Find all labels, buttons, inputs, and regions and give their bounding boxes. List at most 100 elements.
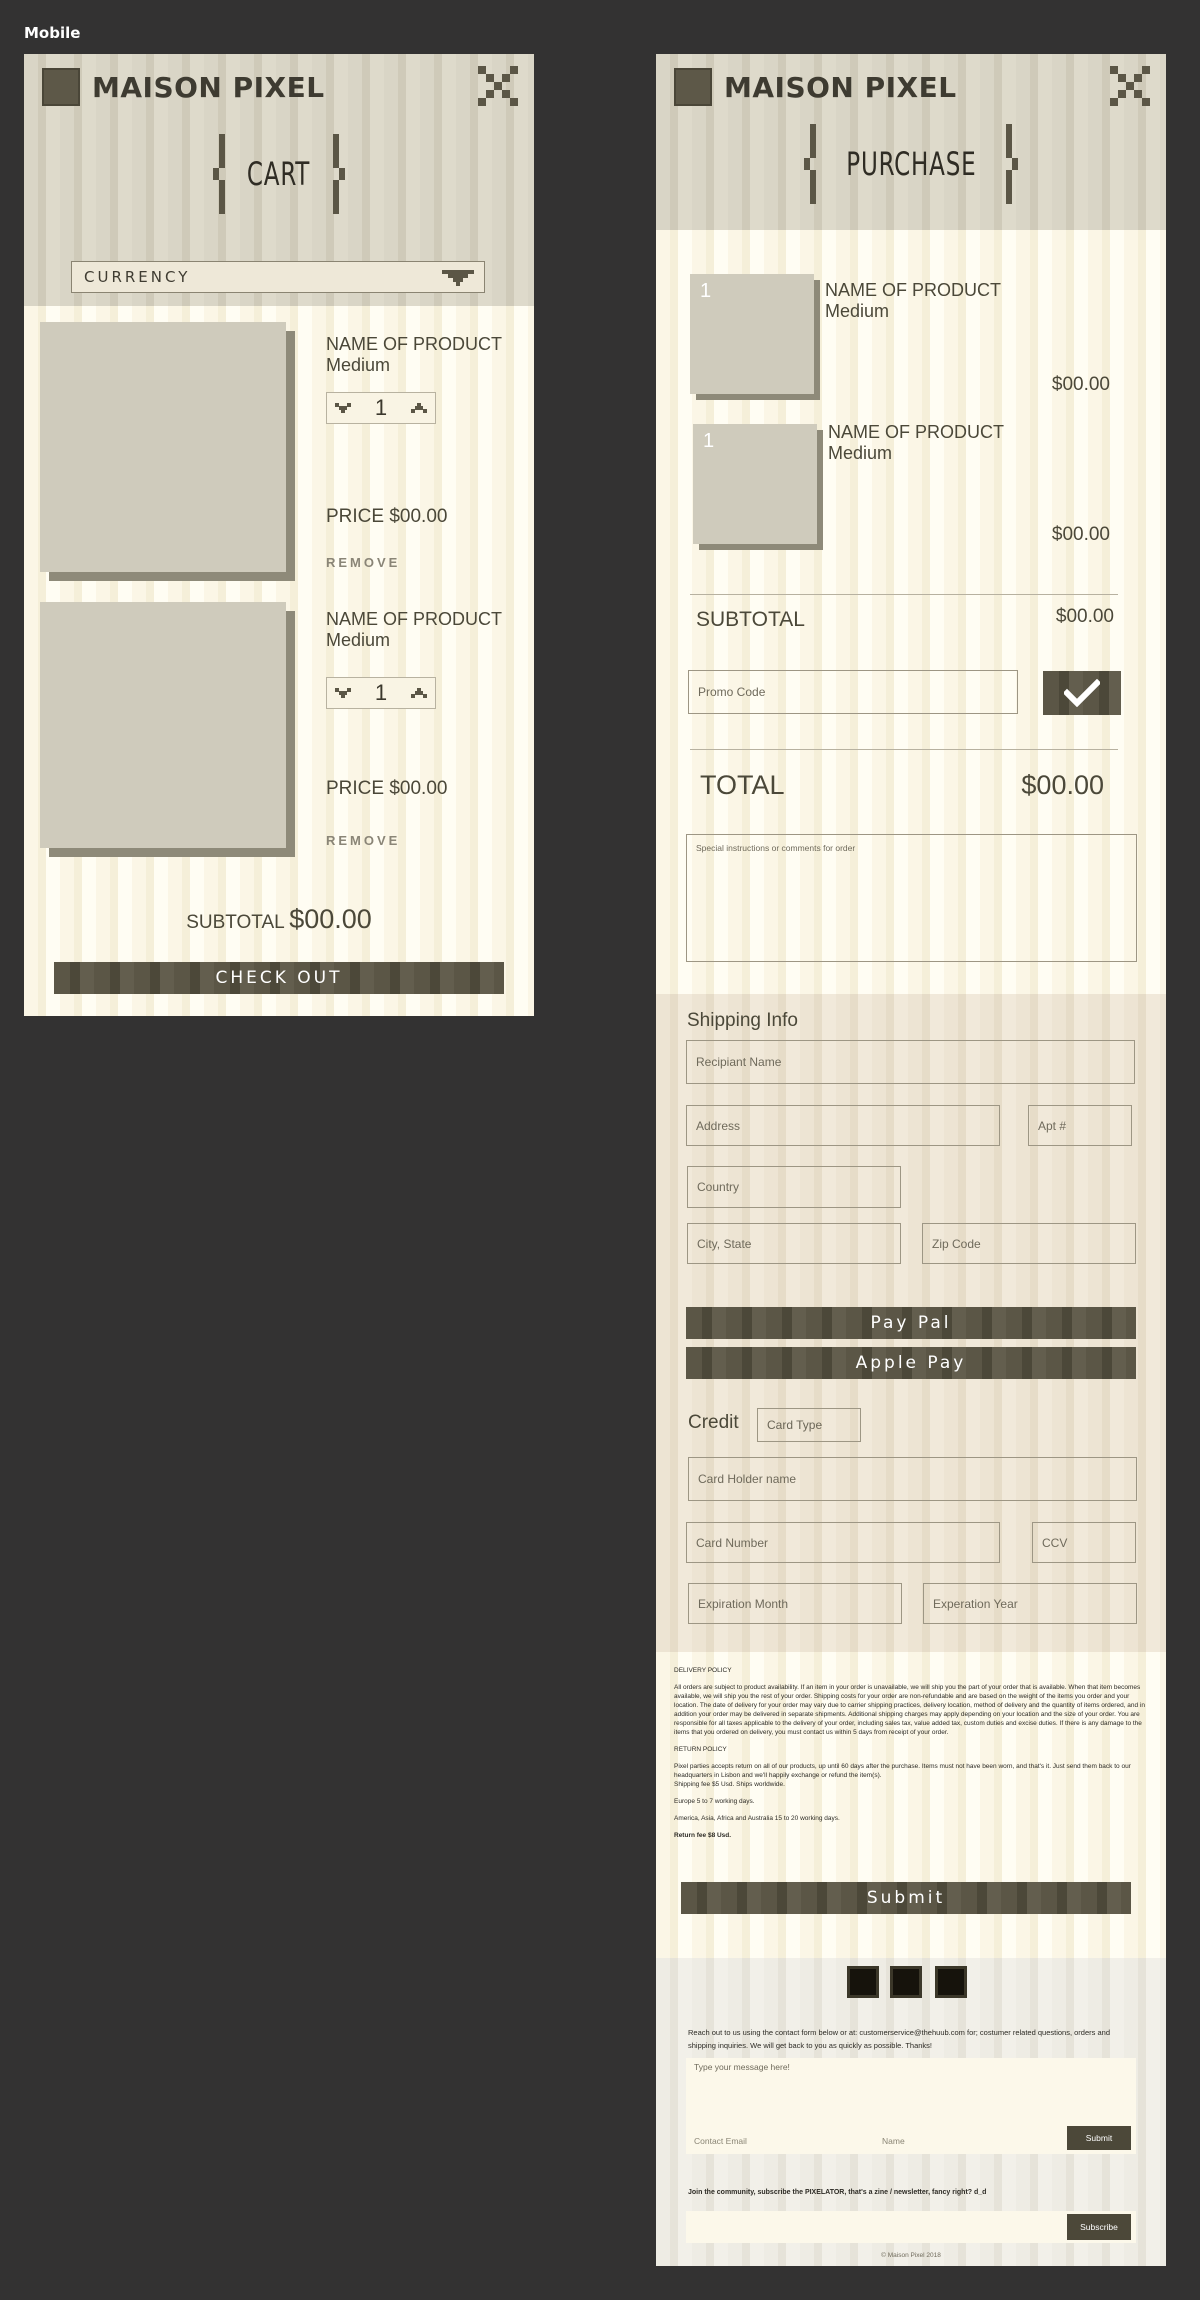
newsletter-form: Subscribe	[686, 2211, 1136, 2243]
card-number-input[interactable]	[686, 1522, 1000, 1563]
quantity-stepper[interactable]: 1	[326, 677, 436, 709]
delivery-policy-heading: DELIVERY POLICY	[674, 1667, 732, 1674]
shipping-heading: Shipping Info	[687, 1010, 798, 1031]
quantity-value: 1	[374, 680, 388, 705]
product-size: Medium	[825, 301, 890, 321]
recipient-name-input[interactable]	[686, 1040, 1135, 1084]
product-image[interactable]	[40, 602, 286, 848]
checkout-button[interactable]: CHECK OUT	[54, 962, 504, 994]
chevron-down-icon[interactable]	[335, 403, 351, 413]
exp-month-field[interactable]	[698, 1596, 892, 1611]
quantity-stepper[interactable]: 1	[326, 392, 436, 424]
promo-code-input[interactable]	[688, 670, 1018, 714]
remove-button[interactable]: REMOVE	[326, 555, 400, 570]
chevron-down-icon[interactable]	[335, 688, 351, 698]
product-price: $00.00	[1051, 524, 1110, 545]
product-name[interactable]: NAME OF PRODUCT	[326, 334, 502, 355]
country-input[interactable]	[687, 1166, 901, 1208]
brand[interactable]: MAISON PIXEL	[674, 68, 957, 106]
country-field[interactable]	[697, 1180, 891, 1194]
recipient-field[interactable]	[696, 1055, 1125, 1069]
exp-month-input[interactable]	[688, 1583, 902, 1624]
shipping-section: Shipping Info Pay Pal Apple Pay Credit C…	[656, 994, 1166, 1652]
subtotal-value: $00.00	[289, 904, 372, 934]
apt-input[interactable]	[1028, 1105, 1132, 1146]
card-number-field[interactable]	[696, 1535, 990, 1550]
zip-input[interactable]	[922, 1223, 1136, 1264]
total-value: $00.00	[1021, 770, 1104, 800]
product-image[interactable]	[40, 322, 286, 572]
contact-email-input[interactable]: Contact Email	[694, 2136, 747, 2146]
order-summary: 1 NAME OF PRODUCT Medium $00.00 1 NAME O…	[656, 230, 1166, 994]
europe-text: Europe 5 to 7 working days.	[674, 1798, 755, 1805]
item-qty-badge: 1	[703, 430, 715, 452]
total-label: TOTAL	[700, 770, 785, 800]
apply-promo-button[interactable]	[1043, 671, 1121, 715]
name-input[interactable]: Name	[882, 2136, 905, 2146]
contact-submit-button[interactable]: Submit	[1067, 2126, 1131, 2150]
delivery-policy-text: All orders are subject to product availa…	[674, 1684, 1146, 1736]
city-state-field[interactable]	[697, 1236, 891, 1251]
paypal-button[interactable]: Pay Pal	[686, 1307, 1136, 1339]
copyright: © Maison Pixel 2018	[881, 2252, 941, 2259]
product-price: PRICE $00.00	[326, 506, 448, 527]
return-fee-text: Return fee $8 Usd.	[674, 1832, 732, 1839]
currency-select[interactable]: CURRENCY	[71, 261, 485, 293]
card-type-select[interactable]: Card Type	[757, 1408, 861, 1442]
close-icon[interactable]	[1110, 66, 1150, 106]
city-state-input[interactable]	[687, 1223, 901, 1264]
brand-name: MAISON PIXEL	[92, 70, 325, 104]
card-holder-field[interactable]	[698, 1472, 1127, 1486]
social-icon-2[interactable]	[890, 1966, 922, 1998]
logo-icon	[42, 68, 80, 106]
product-name: NAME OF PRODUCT	[825, 280, 1002, 300]
submit-order-button[interactable]: Submit	[681, 1882, 1131, 1914]
currency-label: CURRENCY	[84, 268, 191, 286]
checkmark-icon	[1064, 679, 1100, 707]
social-icon-1[interactable]	[847, 1966, 879, 1998]
divider	[690, 749, 1118, 750]
message-input[interactable]: Type your message here!	[694, 2062, 790, 2072]
purchase-title: PURCHASE	[845, 145, 977, 183]
ccv-input[interactable]	[1032, 1522, 1136, 1563]
divider	[690, 594, 1118, 595]
chevron-up-icon[interactable]	[411, 403, 427, 413]
remove-button[interactable]: REMOVE	[326, 833, 400, 848]
cart-subtotal: SUBTOTAL $00.00	[24, 904, 534, 935]
policy-section: DELIVERY POLICY All orders are subject t…	[656, 1652, 1166, 1958]
promo-code-field[interactable]	[698, 685, 1008, 699]
close-icon[interactable]	[478, 66, 518, 106]
cart-body: NAME OF PRODUCT Medium 1 PRICE $00.00 RE…	[24, 306, 534, 1016]
return-policy-heading: RETURN POLICY	[674, 1746, 727, 1753]
exp-year-input[interactable]	[923, 1583, 1137, 1624]
social-icon-3[interactable]	[935, 1966, 967, 1998]
credit-heading: Credit	[688, 1412, 739, 1433]
right-bracket-icon	[332, 134, 345, 214]
ccv-field[interactable]	[1042, 1535, 1126, 1550]
zip-field[interactable]	[932, 1236, 1126, 1251]
applepay-button[interactable]: Apple Pay	[686, 1347, 1136, 1379]
cart-screen: MAISON PIXEL CART CURRENCY NAME OF PRODU…	[24, 54, 534, 1016]
subtotal-label: SUBTOTAL	[186, 912, 285, 933]
purchase-screen: MAISON PIXEL PURCHASE 1 NAME OF PRODUCT …	[656, 54, 1166, 2266]
apt-field[interactable]	[1038, 1118, 1122, 1133]
address-input[interactable]	[686, 1105, 1000, 1146]
subscribe-button[interactable]: Subscribe	[1067, 2214, 1131, 2240]
brand[interactable]: MAISON PIXEL	[42, 68, 325, 106]
product-image: 1	[693, 424, 817, 544]
instructions-field[interactable]	[696, 843, 1127, 961]
address-field[interactable]	[696, 1118, 990, 1133]
card-type-label: Card Type	[767, 1418, 823, 1432]
product-name[interactable]: NAME OF PRODUCT	[326, 609, 502, 630]
card-holder-input[interactable]	[688, 1457, 1137, 1501]
cart-title: CART	[247, 155, 311, 193]
logo-icon	[674, 68, 712, 106]
product-name: NAME OF PRODUCT	[828, 422, 1005, 442]
chevron-up-icon[interactable]	[411, 688, 427, 698]
purchase-title-block: PURCHASE	[656, 124, 1166, 204]
subtotal-label: SUBTOTAL	[696, 608, 805, 631]
exp-year-field[interactable]	[933, 1596, 1127, 1611]
instructions-textarea[interactable]	[686, 834, 1137, 962]
quantity-value: 1	[374, 395, 388, 420]
left-bracket-icon	[213, 134, 226, 214]
